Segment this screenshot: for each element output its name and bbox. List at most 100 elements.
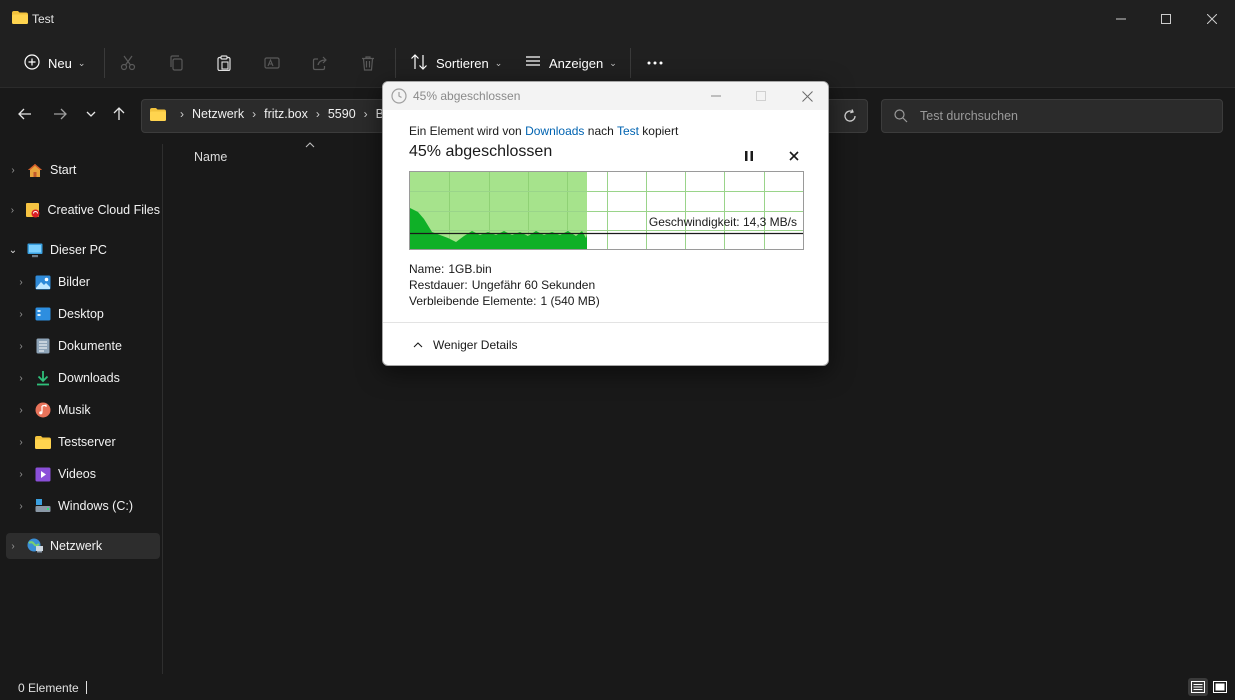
sidebar-item-pictures[interactable]: › Bilder: [6, 269, 160, 295]
drive-icon: [34, 498, 52, 514]
share-icon[interactable]: [308, 51, 332, 75]
item-count: 0 Elemente: [18, 681, 79, 695]
sidebar-item-start[interactable]: › Start: [6, 157, 160, 183]
sidebar-item-testserver[interactable]: › Testserver: [6, 429, 160, 455]
breadcrumb-item[interactable]: fritz.box: [264, 107, 308, 121]
details-view-icon: [1191, 681, 1205, 693]
chevron-right-icon[interactable]: ›: [14, 501, 28, 512]
sidebar-item-desktop[interactable]: › Desktop: [6, 301, 160, 327]
column-header-name[interactable]: Name: [194, 150, 227, 164]
rename-icon[interactable]: [260, 51, 284, 75]
recent-locations-button[interactable]: [79, 102, 103, 126]
chevron-right-icon[interactable]: ›: [14, 437, 28, 448]
chevron-right-icon[interactable]: ›: [14, 309, 28, 320]
pause-button[interactable]: [738, 145, 760, 167]
chevron-right-icon[interactable]: ›: [14, 405, 28, 416]
chevron-right-icon: ›: [252, 107, 257, 121]
sidebar-item-music[interactable]: › Musik: [6, 397, 160, 423]
window-title: Test: [32, 12, 55, 26]
dialog-close-button[interactable]: [785, 82, 828, 110]
sidebar-item-label: Start: [50, 163, 77, 177]
close-button[interactable]: [1189, 0, 1235, 38]
less-details-label: Weniger Details: [433, 338, 518, 352]
maximize-button[interactable]: [1143, 0, 1189, 38]
chevron-right-icon[interactable]: ›: [14, 341, 28, 352]
dialog-title-bar: 45% abgeschlossen: [383, 82, 828, 110]
breadcrumb-item[interactable]: Netzwerk: [192, 107, 244, 121]
sidebar-item-network[interactable]: › Netzwerk: [6, 533, 160, 559]
new-button[interactable]: Neu ⌄: [24, 48, 85, 78]
close-icon: [789, 151, 799, 161]
chevron-down-icon[interactable]: ⌄: [6, 245, 20, 256]
pane-divider[interactable]: [162, 144, 163, 674]
up-button[interactable]: [107, 102, 131, 126]
desktop-icon: [34, 306, 52, 322]
dialog-title: 45% abgeschlossen: [413, 89, 521, 103]
tiles-view-icon: [1213, 681, 1227, 693]
sidebar-item-label: Musik: [58, 403, 91, 417]
status-bar: 0 Elemente: [0, 674, 1235, 700]
file-name-row: Name: 1GB.bin: [409, 262, 492, 276]
remaining-time-row: Restdauer: Ungefähr 60 Sekunden: [409, 278, 595, 292]
chevron-right-icon[interactable]: ›: [6, 205, 19, 216]
less-details-button[interactable]: Weniger Details: [411, 335, 517, 355]
back-button[interactable]: [13, 102, 37, 126]
tiles-view-button[interactable]: [1210, 678, 1230, 696]
folder-icon: [12, 11, 28, 24]
destination-link[interactable]: Test: [617, 124, 639, 138]
chevron-right-icon[interactable]: ›: [14, 277, 28, 288]
cut-icon[interactable]: [116, 51, 140, 75]
arrow-left-icon: [18, 108, 31, 120]
status-divider: [86, 681, 87, 694]
copy-icon[interactable]: [164, 51, 188, 75]
search-box[interactable]: [881, 99, 1223, 133]
desc-suffix: kopiert: [642, 124, 679, 138]
sidebar-item-label: Dokumente: [58, 339, 122, 353]
details-view-button[interactable]: [1188, 678, 1208, 696]
folder-icon: [34, 434, 52, 450]
more-options-icon[interactable]: [643, 51, 667, 75]
cancel-copy-button[interactable]: [783, 145, 805, 167]
network-icon: [26, 538, 44, 554]
minimize-button[interactable]: [1098, 0, 1144, 38]
name-label: Name:: [409, 262, 445, 276]
sidebar-item-this-pc[interactable]: ⌄ Dieser PC: [6, 237, 160, 263]
chevron-right-icon[interactable]: ›: [6, 541, 20, 552]
delete-icon[interactable]: [356, 51, 380, 75]
sidebar-item-label: Windows (C:): [58, 499, 134, 513]
dialog-minimize-button[interactable]: [694, 82, 738, 110]
search-input[interactable]: [920, 105, 1210, 127]
toolbar-separator: [395, 48, 396, 78]
pause-icon: [745, 151, 753, 161]
sidebar-item-label: Netzwerk: [50, 539, 103, 553]
sort-button[interactable]: Sortieren ⌄: [410, 48, 502, 78]
arrow-up-icon: [113, 107, 125, 120]
sidebar-item-downloads[interactable]: › Downloads: [6, 365, 160, 391]
music-icon: [34, 402, 52, 418]
forward-button[interactable]: [48, 102, 72, 126]
downloads-icon: [34, 370, 52, 386]
source-link[interactable]: Downloads: [525, 124, 584, 138]
chevron-right-icon[interactable]: ›: [14, 469, 28, 480]
sidebar-item-label: Testserver: [58, 435, 116, 449]
sidebar-item-videos[interactable]: › Videos: [6, 461, 160, 487]
sidebar-item-documents[interactable]: › Dokumente: [6, 333, 160, 359]
sidebar-item-windows-c[interactable]: › Windows (C:): [6, 493, 160, 519]
toolbar-separator: [630, 48, 631, 78]
chevron-down-icon: ⌄: [494, 57, 503, 68]
remaining-label: Restdauer:: [409, 278, 468, 292]
creative-cloud-icon: [25, 202, 42, 218]
refresh-button[interactable]: [838, 104, 862, 128]
pictures-icon: [34, 274, 52, 290]
breadcrumb: › Netzwerk › fritz.box › 5590 › BA: [150, 107, 392, 121]
view-label: Anzeigen: [549, 55, 604, 71]
sidebar-item-label: Videos: [58, 467, 96, 481]
paste-icon[interactable]: [212, 51, 236, 75]
breadcrumb-item[interactable]: 5590: [328, 107, 356, 121]
view-button[interactable]: Anzeigen ⌄: [525, 48, 617, 78]
sidebar-item-label: Desktop: [58, 307, 104, 321]
chevron-right-icon[interactable]: ›: [14, 373, 28, 384]
sidebar-item-creative-cloud[interactable]: › Creative Cloud Files: [6, 197, 160, 223]
sidebar-item-label: Dieser PC: [50, 243, 107, 257]
chevron-right-icon[interactable]: ›: [6, 165, 20, 176]
